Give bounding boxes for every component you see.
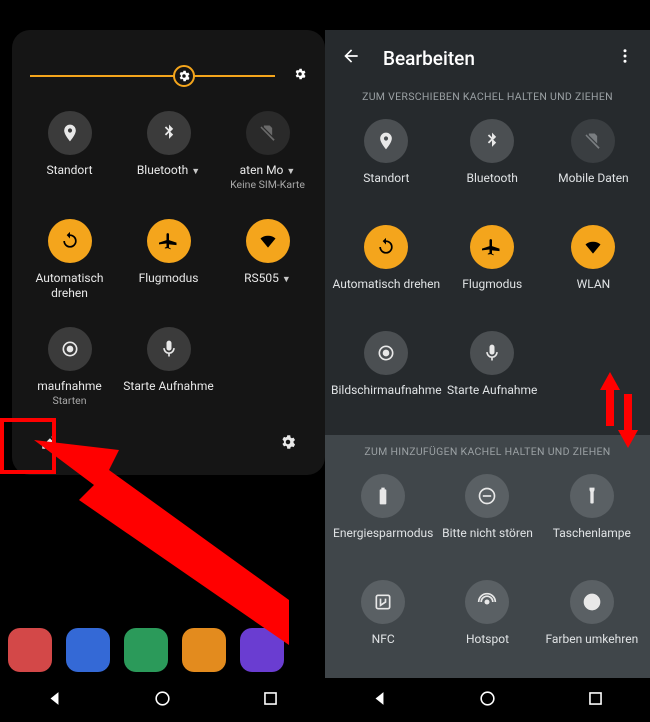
- tile-invert[interactable]: Farben umkehren: [540, 580, 644, 662]
- hint-add: ZUM HINZUFÜGEN KACHEL HALTEN UND ZIEHEN: [325, 439, 650, 474]
- brightness-thumb[interactable]: [173, 65, 195, 87]
- tile-label: Bluetooth: [467, 171, 518, 201]
- torch-icon[interactable]: [570, 474, 614, 518]
- tile-airplane[interactable]: Flugmodus: [119, 219, 218, 301]
- tile-label: Bitte nicht stören: [442, 526, 533, 556]
- home-screen-icons: [8, 628, 284, 672]
- mic-icon[interactable]: [470, 331, 514, 375]
- tile-label: Starte Aufnahme: [447, 383, 537, 413]
- active-tiles-grid: Standort Bluetooth Mobile Daten Automatisch…: [325, 119, 650, 413]
- tile-label: Standort: [363, 171, 409, 201]
- tile-label: Standort: [46, 163, 92, 193]
- dnd-icon[interactable]: [465, 474, 509, 518]
- nav-recent[interactable]: [261, 689, 280, 712]
- tile-label: Bildschirmaufnahme: [331, 383, 442, 413]
- tile-label: Hotspot: [466, 632, 509, 662]
- edit-tiles-screen: Bearbeiten ZUM VERSCHIEBEN KACHEL HALTEN…: [325, 30, 650, 722]
- sim-off-icon[interactable]: [246, 111, 290, 155]
- bluetooth-icon[interactable]: [147, 111, 191, 155]
- wifi-icon[interactable]: [571, 225, 615, 269]
- tile-mic[interactable]: Starte Aufnahme: [119, 327, 218, 409]
- overflow-button[interactable]: [616, 47, 634, 69]
- location-icon[interactable]: [48, 111, 92, 155]
- rotate-icon[interactable]: [364, 225, 408, 269]
- tile-label: Mobile Daten: [558, 171, 629, 201]
- tile-label: Taschenlampe: [553, 526, 631, 556]
- bluetooth-icon[interactable]: [470, 119, 514, 163]
- tile-location[interactable]: Standort: [331, 119, 442, 201]
- qs-tile-grid: Standort Bluetooth▼ aten Mo▼Keine SIM-Kart…: [18, 103, 319, 415]
- tile-sim-off[interactable]: aten Mo▼Keine SIM-Karte: [218, 111, 317, 193]
- tile-label: Energiesparmodus: [333, 526, 433, 556]
- invert-icon[interactable]: [570, 580, 614, 624]
- tile-rotate[interactable]: Automatisch drehen: [20, 219, 119, 301]
- inactive-tiles-grid: Energiesparmodus Bitte nicht stören Tasche…: [325, 474, 650, 662]
- tile-label: Automatisch drehen: [20, 271, 119, 301]
- tile-dnd[interactable]: Bitte nicht stören: [435, 474, 539, 556]
- tile-nfc[interactable]: NFC: [331, 580, 435, 662]
- tile-label: Bluetooth▼: [137, 163, 200, 193]
- nav-back[interactable]: [45, 689, 64, 712]
- wifi-icon[interactable]: [246, 219, 290, 263]
- tile-rotate[interactable]: Automatisch drehen: [331, 225, 442, 307]
- nav-bar: [325, 678, 650, 722]
- tile-label: WLAN: [577, 277, 611, 307]
- tile-label: Automatisch drehen: [332, 277, 440, 307]
- tile-label: NFC: [372, 632, 395, 662]
- tile-label: Flugmodus: [462, 277, 522, 307]
- tile-label: maufnahmeStarten: [37, 379, 102, 409]
- battery-icon[interactable]: [361, 474, 405, 518]
- record-icon[interactable]: [364, 331, 408, 375]
- tile-battery[interactable]: Energiesparmodus: [331, 474, 435, 556]
- tile-torch[interactable]: Taschenlampe: [540, 474, 644, 556]
- tile-label: Flugmodus: [139, 271, 199, 301]
- mic-icon[interactable]: [147, 327, 191, 371]
- hotspot-icon[interactable]: [465, 580, 509, 624]
- nfc-icon[interactable]: [361, 580, 405, 624]
- nav-back[interactable]: [370, 689, 389, 712]
- tile-sim-off[interactable]: Mobile Daten: [543, 119, 644, 201]
- tile-label: RS505▼: [244, 271, 291, 301]
- tile-wifi[interactable]: RS505▼: [218, 219, 317, 301]
- tile-hotspot[interactable]: Hotspot: [435, 580, 539, 662]
- tile-label: Starte Aufnahme: [123, 379, 213, 409]
- nav-home[interactable]: [153, 689, 172, 712]
- toolbar-title: Bearbeiten: [383, 47, 475, 70]
- back-button[interactable]: [341, 46, 361, 70]
- highlight-box: [0, 418, 56, 474]
- tile-wifi[interactable]: WLAN: [543, 225, 644, 307]
- tile-airplane[interactable]: Flugmodus: [442, 225, 543, 307]
- tile-bluetooth[interactable]: Bluetooth: [442, 119, 543, 201]
- tile-mic[interactable]: Starte Aufnahme: [442, 331, 543, 413]
- auto-brightness-icon[interactable]: [293, 66, 307, 85]
- nav-bar: [0, 678, 325, 722]
- airplane-icon[interactable]: [147, 219, 191, 263]
- location-icon[interactable]: [364, 119, 408, 163]
- tile-label: Farben umkehren: [545, 632, 638, 662]
- toolbar: Bearbeiten: [325, 30, 650, 84]
- settings-button[interactable]: [271, 425, 305, 459]
- brightness-slider[interactable]: [30, 75, 275, 77]
- record-icon[interactable]: [48, 327, 92, 371]
- tile-record[interactable]: maufnahmeStarten: [20, 327, 119, 409]
- hint-move: ZUM VERSCHIEBEN KACHEL HALTEN UND ZIEHEN: [325, 84, 650, 119]
- airplane-icon[interactable]: [470, 225, 514, 269]
- tile-record[interactable]: Bildschirmaufnahme: [331, 331, 442, 413]
- tile-location[interactable]: Standort: [20, 111, 119, 193]
- nav-recent[interactable]: [586, 689, 605, 712]
- tile-bluetooth[interactable]: Bluetooth▼: [119, 111, 218, 193]
- tile-label: aten Mo▼Keine SIM-Karte: [230, 163, 305, 193]
- nav-home[interactable]: [478, 689, 497, 712]
- quick-settings-panel: Standort Bluetooth▼ aten Mo▼Keine SIM-Kart…: [12, 30, 325, 475]
- rotate-icon[interactable]: [48, 219, 92, 263]
- sim-off-icon[interactable]: [571, 119, 615, 163]
